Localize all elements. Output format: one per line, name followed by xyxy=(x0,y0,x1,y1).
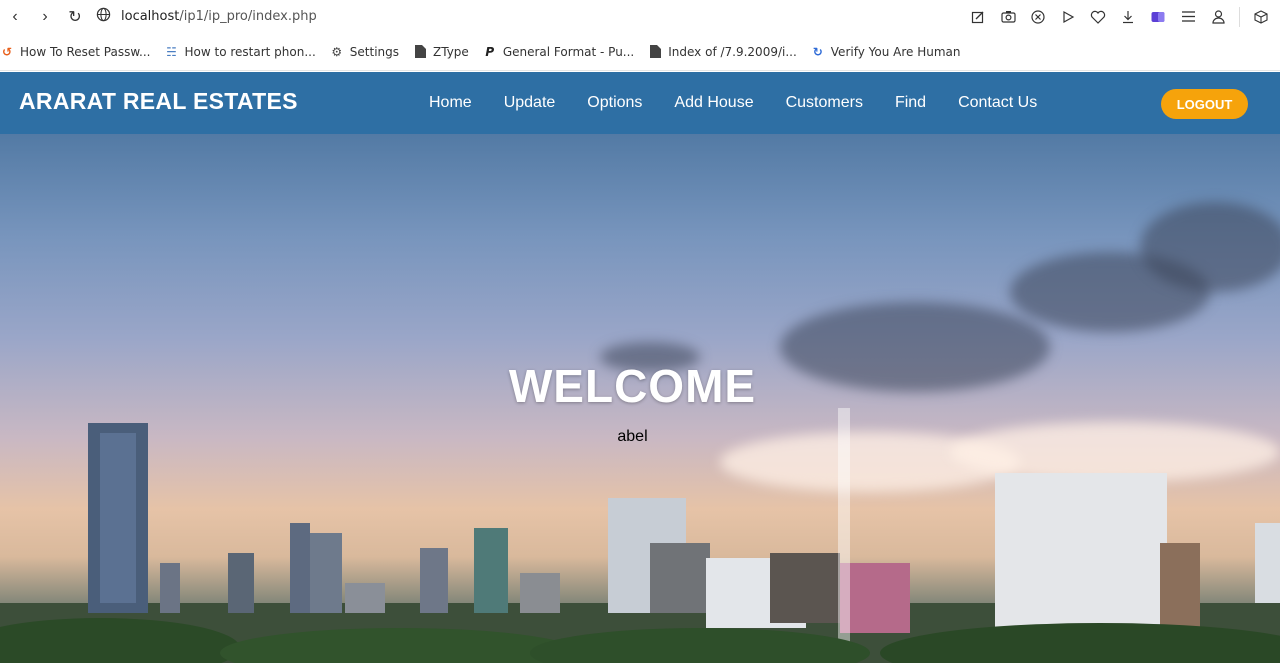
bookmark-label: Index of /7.9.2009/i... xyxy=(668,44,797,59)
url-field[interactable]: localhost/ip1/ip_pro/index.php xyxy=(96,7,317,26)
extension-icon[interactable] xyxy=(1143,2,1173,32)
nav-add-house[interactable]: Add House xyxy=(658,94,769,112)
forward-icon[interactable]: › xyxy=(30,2,60,32)
camera-icon[interactable] xyxy=(993,2,1023,32)
bookmark-label: How To Reset Passw... xyxy=(20,44,151,59)
site-brand[interactable]: ARARAT REAL ESTATES xyxy=(19,88,298,115)
bookmark-item[interactable]: ☵ How to restart phon... xyxy=(165,45,316,59)
heart-icon[interactable] xyxy=(1083,2,1113,32)
nav-options[interactable]: Options xyxy=(571,94,658,112)
bookmark-item[interactable]: ↻ Verify You Are Human xyxy=(811,45,961,59)
nav-find[interactable]: Find xyxy=(879,94,942,112)
logout-button[interactable]: LOGOUT xyxy=(1161,89,1248,119)
back-icon[interactable]: ‹ xyxy=(0,2,30,32)
gear-icon: ⚙ xyxy=(331,44,343,59)
address-bar: ‹ › ↻ localhost/ip1/ip_pro/index.php xyxy=(0,0,1280,33)
flame-icon: ↺ xyxy=(1,44,13,59)
bird-icon: ☵ xyxy=(166,44,177,59)
reload-icon[interactable]: ↻ xyxy=(60,2,90,32)
bookmark-item[interactable]: ↺ How To Reset Passw... xyxy=(0,45,151,59)
nav-home[interactable]: Home xyxy=(413,94,488,112)
bookmarks-bar: ↺ How To Reset Passw... ☵ How to restart… xyxy=(0,33,1280,71)
refresh-icon: ↻ xyxy=(812,44,823,59)
url-host: localhost xyxy=(121,9,180,24)
site-navbar: ARARAT REAL ESTATES Home Update Options … xyxy=(0,72,1280,134)
download-icon[interactable] xyxy=(1113,2,1143,32)
nav-customers[interactable]: Customers xyxy=(770,94,879,112)
bookmark-label: General Format - Pu... xyxy=(502,44,635,59)
bookmark-label: Verify You Are Human xyxy=(830,44,961,59)
cloud xyxy=(1140,202,1280,292)
p-logo-icon: P xyxy=(485,44,495,59)
file-icon xyxy=(648,45,662,59)
bookmark-label: ZType xyxy=(433,44,469,59)
nav-update[interactable]: Update xyxy=(488,94,572,112)
nav-contact-us[interactable]: Contact Us xyxy=(942,94,1053,112)
shield-icon[interactable] xyxy=(1023,2,1053,32)
bookmark-label: How to restart phon... xyxy=(184,44,316,59)
bookmark-item[interactable]: ZType xyxy=(413,45,469,59)
cube-icon[interactable] xyxy=(1246,2,1276,32)
bookmark-item[interactable]: ⚙ Settings xyxy=(330,45,399,59)
globe-icon xyxy=(96,7,111,26)
username-text: abel xyxy=(617,428,648,445)
toolbar-divider xyxy=(1239,6,1240,27)
website-viewport: ARARAT REAL ESTATES Home Update Options … xyxy=(0,72,1280,663)
welcome-heading: WELCOME xyxy=(508,360,757,412)
main-menu: Home Update Options Add House Customers … xyxy=(413,72,1053,134)
file-icon xyxy=(413,45,427,59)
bookmark-item[interactable]: Index of /7.9.2009/i... xyxy=(648,45,797,59)
bookmark-item[interactable]: P General Format - Pu... xyxy=(483,45,634,59)
bookmark-label: Settings xyxy=(349,44,400,59)
toolbar-icons xyxy=(963,0,1280,33)
edit-icon[interactable] xyxy=(963,2,993,32)
profile-icon[interactable] xyxy=(1203,2,1233,32)
url-path: /ip1/ip_pro/index.php xyxy=(179,9,317,24)
play-icon[interactable] xyxy=(1053,2,1083,32)
menu-icon[interactable] xyxy=(1173,2,1203,32)
